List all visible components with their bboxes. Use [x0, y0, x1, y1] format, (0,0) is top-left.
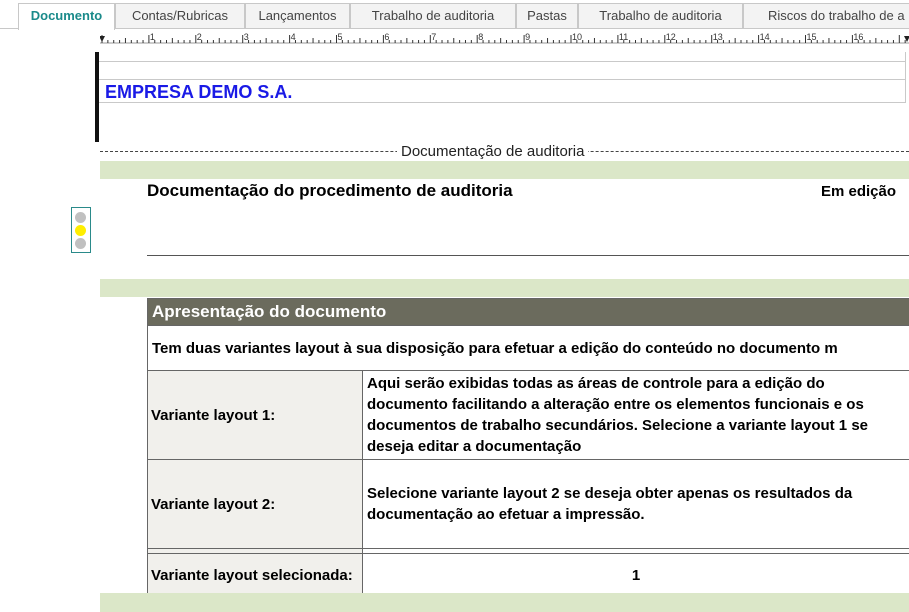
section-band	[100, 161, 909, 179]
horizontal-ruler: 1 2 3 4 5 6 7 8 9 10 11 12 13 14 15 16	[100, 32, 909, 44]
tab-riscos-trabalho[interactable]: Riscos do trabalho de a	[743, 3, 909, 28]
selected-variant-label: Variante layout selecionada:	[147, 553, 363, 598]
variant-2-label: Variante layout 2:	[147, 459, 363, 549]
tab-trabalho-auditoria-2[interactable]: Trabalho de auditoria	[578, 3, 743, 28]
ruler-number: 5	[338, 32, 343, 42]
presentation-heading: Apresentação do documento	[146, 298, 909, 326]
tab-documento[interactable]: Documento	[18, 3, 115, 30]
title-underline	[147, 255, 909, 256]
section-title: Documentação de auditoria	[397, 143, 589, 160]
ruler-number: 7	[431, 32, 436, 42]
selected-variant-value[interactable]: 1	[361, 553, 909, 598]
ruler-number: 3	[244, 32, 249, 42]
ruler-number: 14	[760, 32, 770, 42]
presentation-table: Apresentação do documento Tem duas varia…	[146, 298, 909, 598]
traffic-light-top-icon	[75, 212, 86, 223]
status-traffic-light[interactable]	[71, 207, 91, 253]
company-name: EMPRESA DEMO S.A.	[105, 82, 293, 102]
variant-1-description: Aqui serão exibidas todas as áreas de co…	[361, 370, 909, 460]
traffic-light-middle-icon	[75, 225, 86, 236]
ruler-number: 12	[666, 32, 676, 42]
traffic-light-bottom-icon	[75, 238, 86, 249]
presentation-intro: Tem duas variantes layout à sua disposiç…	[146, 325, 909, 371]
ruler-number: 2	[197, 32, 202, 42]
tab-pastas[interactable]: Pastas	[516, 3, 578, 28]
ruler-number: 4	[291, 32, 296, 42]
header-margin-bar	[95, 52, 99, 142]
variant-1-label: Variante layout 1:	[147, 370, 363, 460]
header-line	[99, 79, 906, 80]
procedure-title: Documentação do procedimento de auditori…	[147, 181, 513, 200]
tab-bar-divider	[0, 28, 909, 29]
tab-trabalho-auditoria-1[interactable]: Trabalho de auditoria	[350, 3, 516, 28]
ruler-number: 16	[853, 32, 863, 42]
tab-contas-rubricas[interactable]: Contas/Rubricas	[115, 3, 245, 28]
header-line	[99, 61, 906, 62]
ruler-number: 8	[478, 32, 483, 42]
ruler-number: 10	[572, 32, 582, 42]
section-band	[100, 593, 909, 612]
tab-lancamentos[interactable]: Lançamentos	[245, 3, 350, 28]
header-line	[905, 52, 906, 103]
ruler-number: 9	[525, 32, 530, 42]
status-label: Em edição	[821, 183, 897, 200]
section-band	[100, 279, 909, 297]
ruler-number: 1	[150, 32, 155, 42]
ruler-number: 11	[619, 32, 628, 42]
ruler-number: 13	[713, 32, 723, 42]
ruler-number: 6	[384, 32, 389, 42]
ruler-number: 15	[807, 32, 817, 42]
variant-2-description: Selecione variante layout 2 se deseja ob…	[361, 459, 909, 549]
